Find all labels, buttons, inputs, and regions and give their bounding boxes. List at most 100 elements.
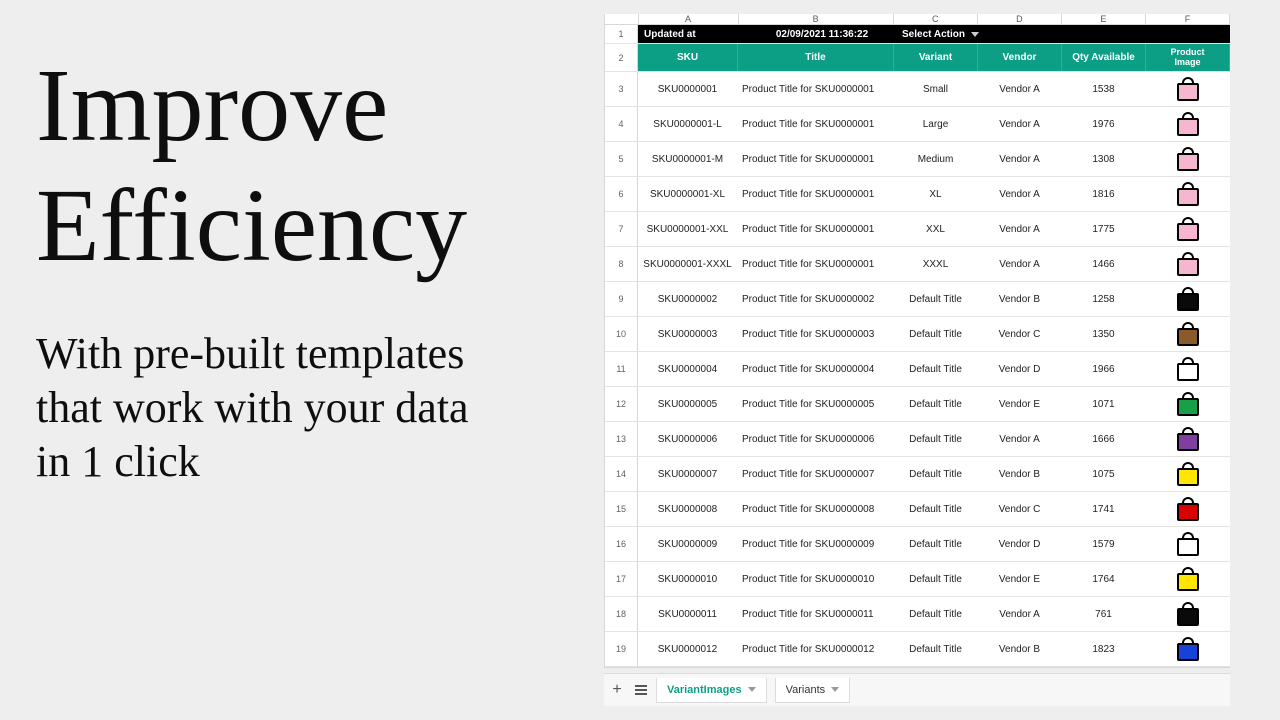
tab-variants[interactable]: Variants xyxy=(775,678,851,703)
cell-product-image[interactable] xyxy=(1146,352,1230,386)
header-product-image[interactable]: ProductImage xyxy=(1146,44,1230,71)
row-number[interactable]: 13 xyxy=(605,422,638,456)
cell-vendor[interactable]: Vendor A xyxy=(978,247,1062,281)
cell-qty[interactable]: 1976 xyxy=(1062,107,1146,141)
cell-vendor[interactable]: Vendor A xyxy=(978,177,1062,211)
cell-qty[interactable]: 1071 xyxy=(1062,387,1146,421)
cell-vendor[interactable]: Vendor A xyxy=(978,142,1062,176)
row-number[interactable]: 12 xyxy=(605,387,638,421)
cell-title[interactable]: Product Title for SKU0000006 xyxy=(738,422,894,456)
select-action-dropdown[interactable]: Select Action xyxy=(900,29,1230,40)
cell-qty[interactable]: 1350 xyxy=(1062,317,1146,351)
column-header-f[interactable]: F xyxy=(1146,14,1230,24)
cell-title[interactable]: Product Title for SKU0000001 xyxy=(738,247,894,281)
cell-variant[interactable]: Default Title xyxy=(894,352,978,386)
cell-title[interactable]: Product Title for SKU0000003 xyxy=(738,317,894,351)
cell-title[interactable]: Product Title for SKU0000001 xyxy=(738,177,894,211)
cell-qty[interactable]: 1666 xyxy=(1062,422,1146,456)
cell-product-image[interactable] xyxy=(1146,317,1230,351)
row-number[interactable]: 19 xyxy=(605,632,638,666)
cell-vendor[interactable]: Vendor E xyxy=(978,387,1062,421)
cell-title[interactable]: Product Title for SKU0000001 xyxy=(738,72,894,106)
cell-sku[interactable]: SKU0000003 xyxy=(638,317,738,351)
row-number[interactable]: 18 xyxy=(605,597,638,631)
cell-variant[interactable]: Default Title xyxy=(894,527,978,561)
row-number[interactable]: 16 xyxy=(605,527,638,561)
row-number[interactable]: 7 xyxy=(605,212,638,246)
cell-qty[interactable]: 1538 xyxy=(1062,72,1146,106)
header-qty[interactable]: Qty Available xyxy=(1062,44,1146,71)
row-number[interactable]: 4 xyxy=(605,107,638,141)
header-vendor[interactable]: Vendor xyxy=(978,44,1062,71)
cell-sku[interactable]: SKU0000002 xyxy=(638,282,738,316)
cell-sku[interactable]: SKU0000012 xyxy=(638,632,738,666)
row-number[interactable]: 11 xyxy=(605,352,638,386)
cell-variant[interactable]: Default Title xyxy=(894,387,978,421)
column-header-b[interactable]: B xyxy=(739,14,894,24)
cell-vendor[interactable]: Vendor D xyxy=(978,352,1062,386)
cell-title[interactable]: Product Title for SKU0000002 xyxy=(738,282,894,316)
column-header-e[interactable]: E xyxy=(1062,14,1146,24)
cell-product-image[interactable] xyxy=(1146,212,1230,246)
row-number[interactable]: 1 xyxy=(605,25,638,43)
cell-qty[interactable]: 1764 xyxy=(1062,562,1146,596)
cell-vendor[interactable]: Vendor A xyxy=(978,107,1062,141)
cell-vendor[interactable]: Vendor A xyxy=(978,212,1062,246)
cell-vendor[interactable]: Vendor B xyxy=(978,457,1062,491)
column-header-a[interactable]: A xyxy=(639,14,739,24)
cell-sku[interactable]: SKU0000011 xyxy=(638,597,738,631)
cell-product-image[interactable] xyxy=(1146,527,1230,561)
column-header-c[interactable]: C xyxy=(894,14,978,24)
cell-title[interactable]: Product Title for SKU0000009 xyxy=(738,527,894,561)
cell-qty[interactable]: 1466 xyxy=(1062,247,1146,281)
cell-product-image[interactable] xyxy=(1146,492,1230,526)
cell-vendor[interactable]: Vendor A xyxy=(978,597,1062,631)
cell-sku[interactable]: SKU0000007 xyxy=(638,457,738,491)
cell-sku[interactable]: SKU0000001 xyxy=(638,72,738,106)
cell-product-image[interactable] xyxy=(1146,247,1230,281)
cell-product-image[interactable] xyxy=(1146,387,1230,421)
cell-vendor[interactable]: Vendor E xyxy=(978,562,1062,596)
row-number[interactable]: 9 xyxy=(605,282,638,316)
cell-sku[interactable]: SKU0000005 xyxy=(638,387,738,421)
cell-product-image[interactable] xyxy=(1146,562,1230,596)
cell-qty[interactable]: 1775 xyxy=(1062,212,1146,246)
cell-variant[interactable]: Default Title xyxy=(894,562,978,596)
cell-variant[interactable]: XL xyxy=(894,177,978,211)
cell-sku[interactable]: SKU0000001-XL xyxy=(638,177,738,211)
cell-qty[interactable]: 1823 xyxy=(1062,632,1146,666)
cell-vendor[interactable]: Vendor B xyxy=(978,632,1062,666)
cell-variant[interactable]: Large xyxy=(894,107,978,141)
cell-variant[interactable]: Default Title xyxy=(894,282,978,316)
cell-variant[interactable]: Medium xyxy=(894,142,978,176)
select-all-cell[interactable] xyxy=(605,14,639,24)
cell-qty[interactable]: 1816 xyxy=(1062,177,1146,211)
cell-product-image[interactable] xyxy=(1146,422,1230,456)
cell-qty[interactable]: 761 xyxy=(1062,597,1146,631)
cell-vendor[interactable]: Vendor A xyxy=(978,422,1062,456)
cell-sku[interactable]: SKU0000009 xyxy=(638,527,738,561)
cell-title[interactable]: Product Title for SKU0000005 xyxy=(738,387,894,421)
all-sheets-menu-icon[interactable] xyxy=(630,685,652,695)
row-number[interactable]: 15 xyxy=(605,492,638,526)
row-number[interactable]: 17 xyxy=(605,562,638,596)
row-number[interactable]: 2 xyxy=(605,44,638,71)
cell-qty[interactable]: 1075 xyxy=(1062,457,1146,491)
cell-sku[interactable]: SKU0000001-L xyxy=(638,107,738,141)
tab-variantimages[interactable]: VariantImages xyxy=(656,678,767,703)
cell-vendor[interactable]: Vendor A xyxy=(978,72,1062,106)
header-sku[interactable]: SKU xyxy=(638,44,738,71)
cell-sku[interactable]: SKU0000010 xyxy=(638,562,738,596)
row-number[interactable]: 5 xyxy=(605,142,638,176)
row-number[interactable]: 8 xyxy=(605,247,638,281)
cell-qty[interactable]: 1308 xyxy=(1062,142,1146,176)
cell-title[interactable]: Product Title for SKU0000010 xyxy=(738,562,894,596)
cell-title[interactable]: Product Title for SKU0000001 xyxy=(738,107,894,141)
cell-product-image[interactable] xyxy=(1146,282,1230,316)
column-header-d[interactable]: D xyxy=(978,14,1062,24)
cell-variant[interactable]: Default Title xyxy=(894,422,978,456)
cell-product-image[interactable] xyxy=(1146,597,1230,631)
cell-qty[interactable]: 1258 xyxy=(1062,282,1146,316)
cell-vendor[interactable]: Vendor B xyxy=(978,282,1062,316)
add-sheet-button[interactable]: + xyxy=(604,681,630,699)
